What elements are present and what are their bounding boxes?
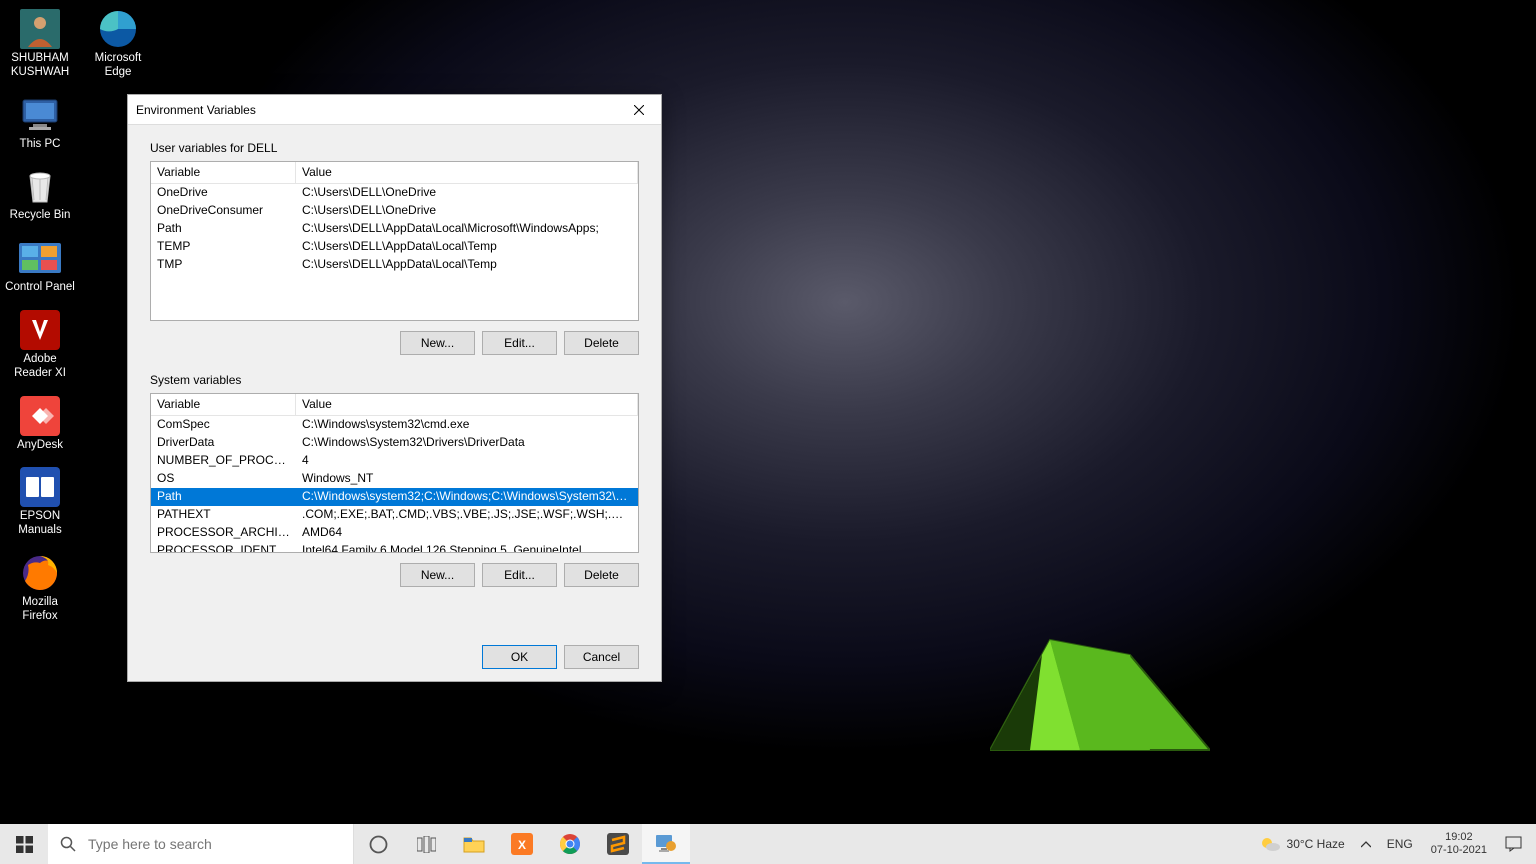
desktop-icon-epson[interactable]: EPSON Manuals <box>4 462 76 542</box>
user-avatar-icon <box>19 8 61 50</box>
windows-icon <box>16 836 33 853</box>
anydesk-icon <box>19 395 61 437</box>
desktop: SHUBHAM KUSHWAH Microsoft Edge This PC R… <box>0 0 1536 864</box>
tray-notifications[interactable] <box>1497 824 1530 864</box>
adobe-reader-icon <box>19 309 61 351</box>
tent-image <box>990 620 1210 760</box>
desktop-icon-thispc[interactable]: This PC <box>4 90 76 156</box>
table-row[interactable]: NUMBER_OF_PROCESSORS4 <box>151 452 638 470</box>
col-value[interactable]: Value <box>296 394 638 415</box>
taskbar-explorer[interactable] <box>450 824 498 864</box>
col-value[interactable]: Value <box>296 162 638 183</box>
ok-button[interactable]: OK <box>482 645 557 669</box>
epson-manuals-icon <box>19 466 61 508</box>
system-variables-list[interactable]: Variable Value ComSpecC:\Windows\system3… <box>150 393 639 553</box>
user-edit-button[interactable]: Edit... <box>482 331 557 355</box>
recyclebin-icon <box>19 165 61 207</box>
taskbar-settings[interactable] <box>642 824 690 864</box>
user-variables-list[interactable]: Variable Value OneDriveC:\Users\DELL\One… <box>150 161 639 321</box>
chevron-up-icon <box>1361 841 1371 848</box>
table-row[interactable]: OSWindows_NT <box>151 470 638 488</box>
computer-icon <box>19 94 61 136</box>
taskbar-search[interactable] <box>48 824 354 864</box>
edge-icon <box>97 8 139 50</box>
tray-clock[interactable]: 19:02 07-10-2021 <box>1421 831 1497 857</box>
tray-chevron[interactable] <box>1353 824 1379 864</box>
desktop-icon-anydesk[interactable]: AnyDesk <box>4 391 76 457</box>
taskbar: X 30°C Haze ENG 19:02 07-10-2021 <box>0 824 1536 864</box>
sys-new-button[interactable]: New... <box>400 563 475 587</box>
taskbar-chrome[interactable] <box>546 824 594 864</box>
tray-weather[interactable]: 30°C Haze <box>1251 824 1353 864</box>
sys-delete-button[interactable]: Delete <box>564 563 639 587</box>
table-row[interactable]: PROCESSOR_IDENTIFIERIntel64 Family 6 Mod… <box>151 542 638 552</box>
table-row[interactable]: PATHEXT.COM;.EXE;.BAT;.CMD;.VBS;.VBE;.JS… <box>151 506 638 524</box>
desktop-icon-edge[interactable]: Microsoft Edge <box>82 4 154 84</box>
table-row[interactable]: OneDriveConsumerC:\Users\DELL\OneDrive <box>151 202 638 220</box>
user-delete-button[interactable]: Delete <box>564 331 639 355</box>
dialog-title: Environment Variables <box>128 95 661 125</box>
taskbar-sublime[interactable] <box>594 824 642 864</box>
desktop-icon-recyclebin[interactable]: Recycle Bin <box>4 161 76 227</box>
desktop-icon-user[interactable]: SHUBHAM KUSHWAH <box>4 4 76 84</box>
desktop-icon-adobe[interactable]: Adobe Reader XI <box>4 305 76 385</box>
close-icon <box>634 105 644 115</box>
notification-icon <box>1505 836 1522 852</box>
table-row[interactable]: DriverDataC:\Windows\System32\Drivers\Dr… <box>151 434 638 452</box>
sublime-icon <box>607 833 629 855</box>
close-button[interactable] <box>616 95 661 125</box>
system-settings-icon <box>654 832 678 854</box>
table-row[interactable]: TEMPC:\Users\DELL\AppData\Local\Temp <box>151 238 638 256</box>
table-row[interactable]: PathC:\Windows\system32;C:\Windows;C:\Wi… <box>151 488 638 506</box>
col-variable[interactable]: Variable <box>151 394 296 415</box>
user-new-button[interactable]: New... <box>400 331 475 355</box>
table-row[interactable]: TMPC:\Users\DELL\AppData\Local\Temp <box>151 256 638 274</box>
table-row[interactable]: OneDriveC:\Users\DELL\OneDrive <box>151 184 638 202</box>
desktop-icon-controlpanel[interactable]: Control Panel <box>4 233 76 299</box>
xampp-icon: X <box>511 833 533 855</box>
cortana-button[interactable] <box>354 824 402 864</box>
user-variables-label: User variables for DELL <box>150 141 639 155</box>
table-row[interactable]: PROCESSOR_ARCHITECTU...AMD64 <box>151 524 638 542</box>
search-input[interactable] <box>88 836 341 852</box>
taskview-button[interactable] <box>402 824 450 864</box>
folder-icon <box>463 835 485 853</box>
start-button[interactable] <box>0 824 48 864</box>
tray-language[interactable]: ENG <box>1379 824 1421 864</box>
search-icon <box>60 836 76 852</box>
weather-icon <box>1259 835 1281 853</box>
system-variables-label: System variables <box>150 373 639 387</box>
desktop-icon-firefox[interactable]: Mozilla Firefox <box>4 548 76 628</box>
table-row[interactable]: PathC:\Users\DELL\AppData\Local\Microsof… <box>151 220 638 238</box>
sys-edit-button[interactable]: Edit... <box>482 563 557 587</box>
cortana-icon <box>369 835 388 854</box>
taskbar-xampp[interactable]: X <box>498 824 546 864</box>
svg-text:X: X <box>518 838 526 852</box>
chrome-icon <box>559 833 581 855</box>
list-header: Variable Value <box>151 394 638 416</box>
controlpanel-icon <box>19 237 61 279</box>
table-row[interactable]: ComSpecC:\Windows\system32\cmd.exe <box>151 416 638 434</box>
environment-variables-dialog: Environment Variables User variables for… <box>127 94 662 682</box>
cancel-button[interactable]: Cancel <box>564 645 639 669</box>
col-variable[interactable]: Variable <box>151 162 296 183</box>
list-header: Variable Value <box>151 162 638 184</box>
firefox-icon <box>19 552 61 594</box>
taskview-icon <box>417 836 436 853</box>
